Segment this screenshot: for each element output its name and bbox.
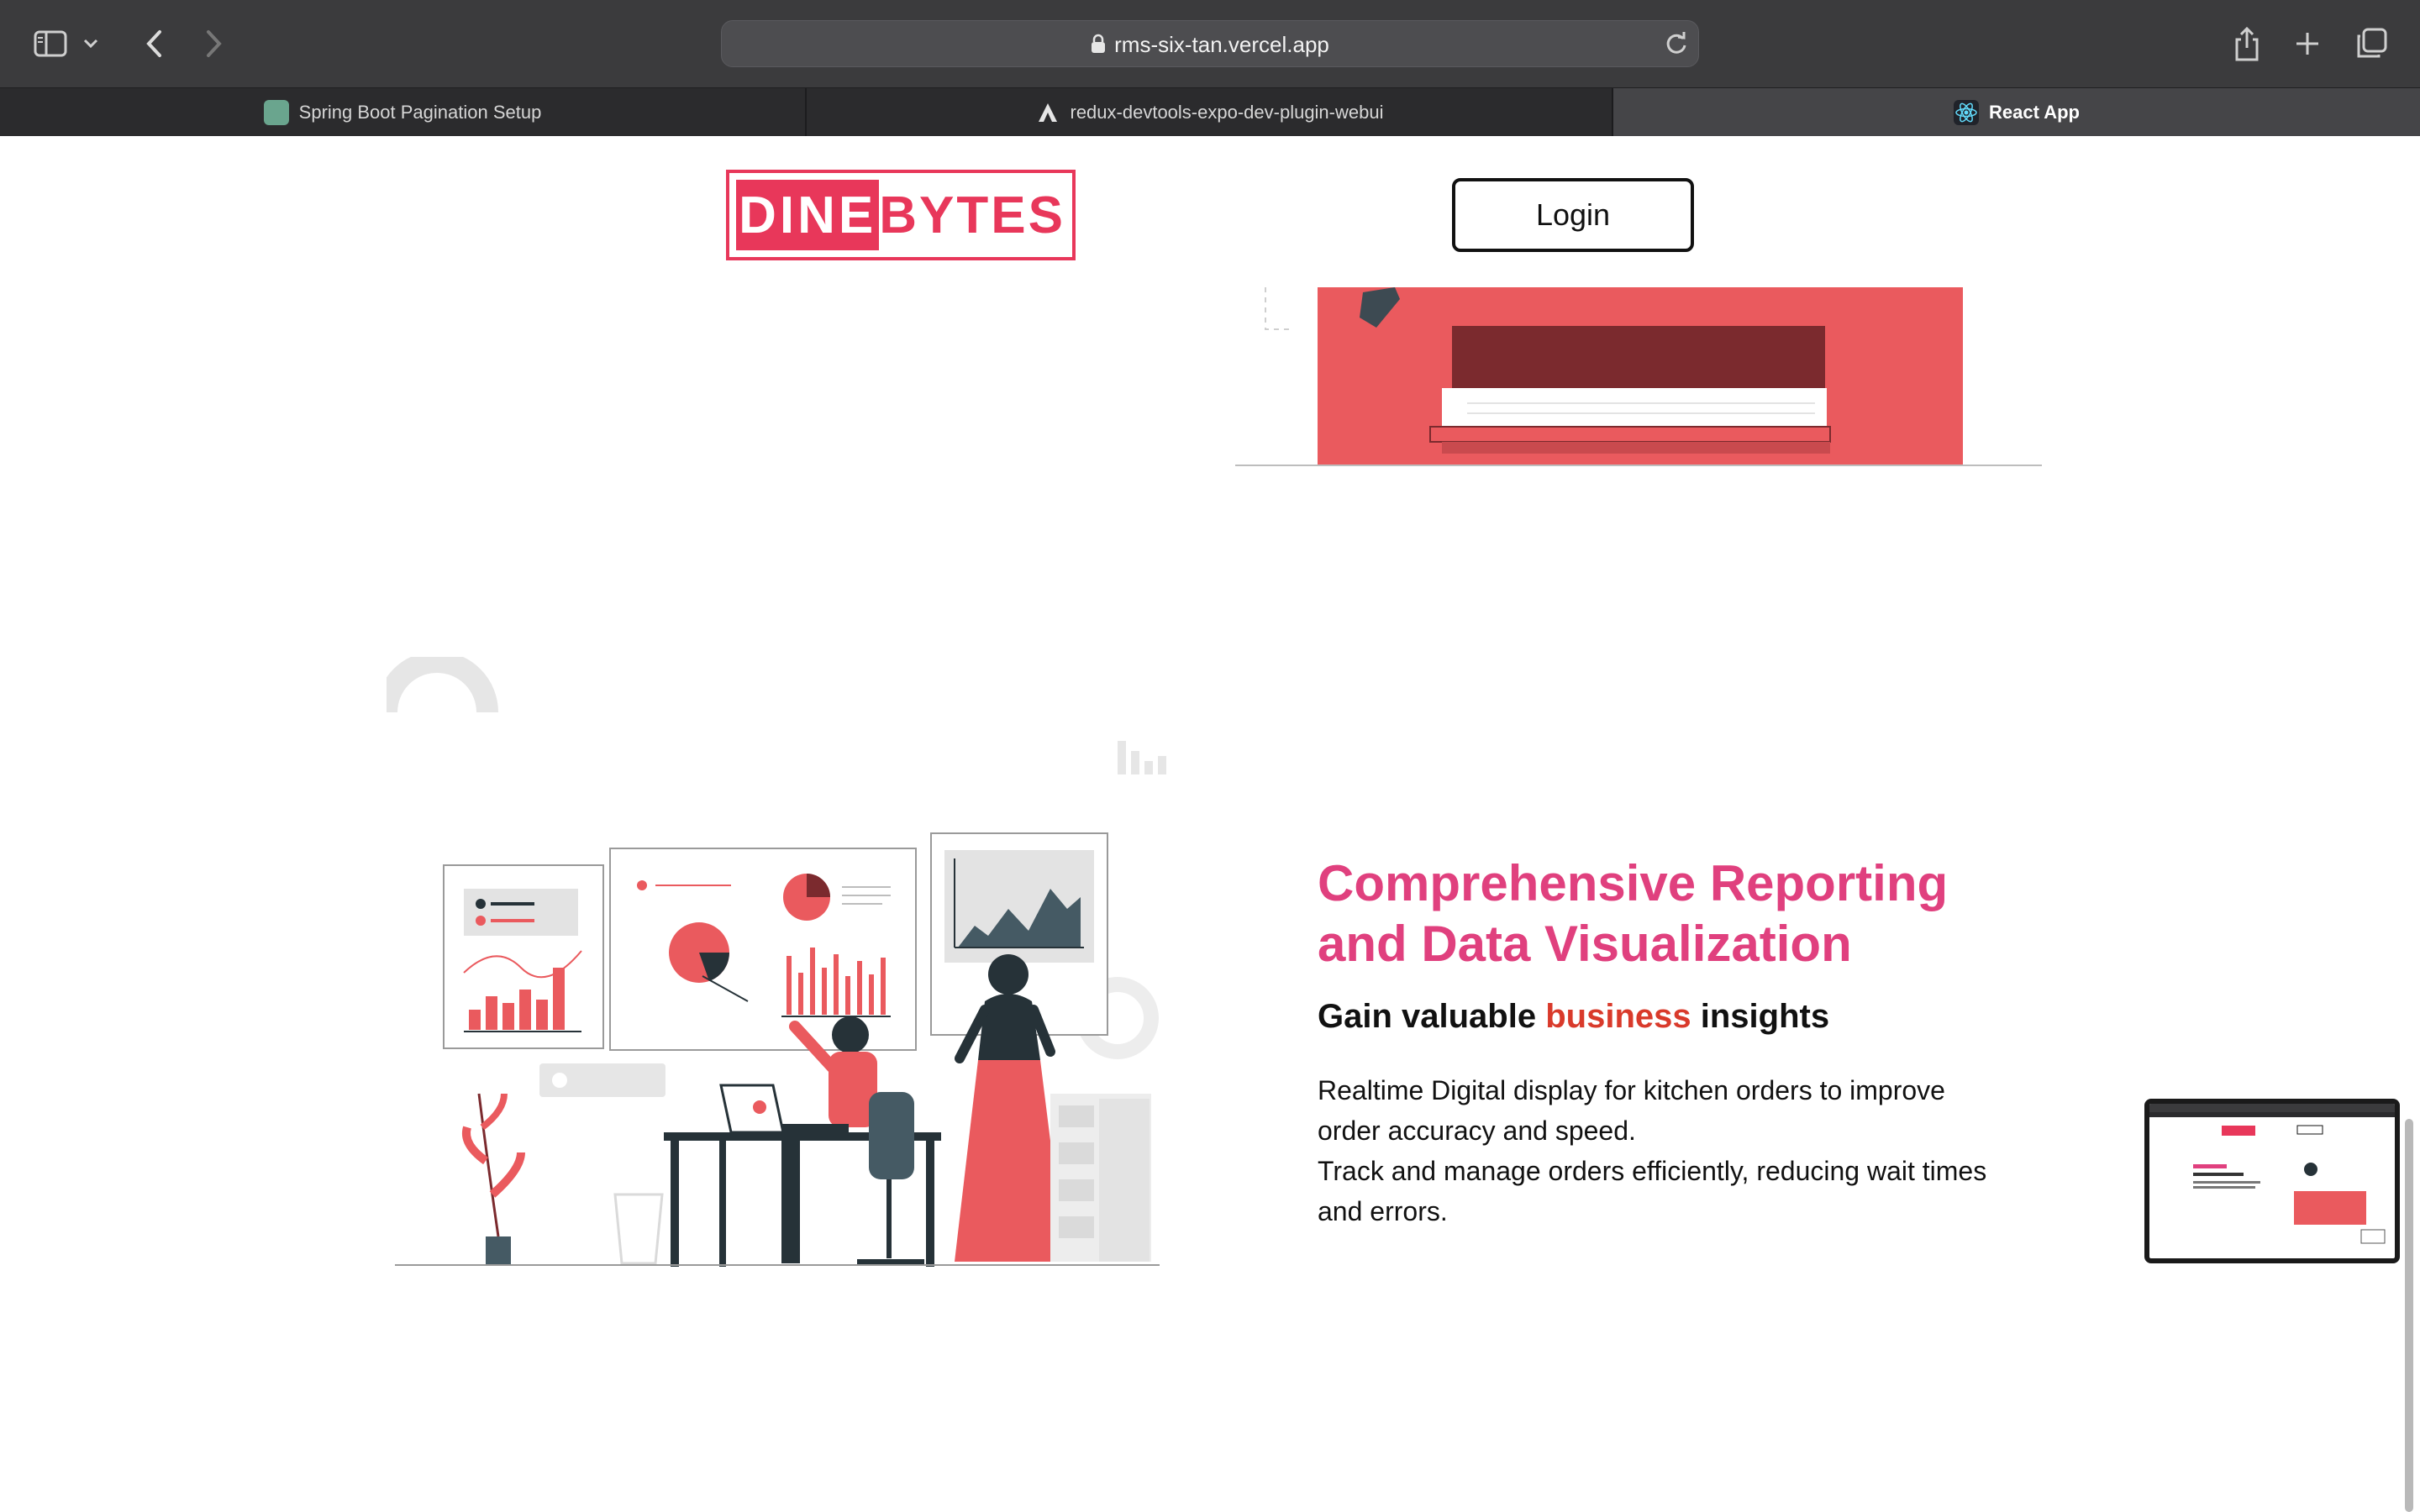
forward-arrow-icon[interactable]: [192, 22, 235, 66]
feature-title-line2: and Data Visualization: [1318, 916, 1852, 972]
feature-subtitle: Gain valuable business insights: [1318, 998, 1829, 1036]
new-tab-plus-icon[interactable]: [2286, 22, 2329, 66]
tab-bar: Spring Boot Pagination Setup redux-devto…: [0, 87, 2420, 137]
description-line-1: Realtime Digital display for kitchen ord…: [1318, 1075, 1945, 1146]
address-bar[interactable]: rms-six-tan.vercel.app: [721, 20, 1699, 67]
page-scrollbar[interactable]: [2405, 1119, 2413, 1512]
description-line-2: Track and manage orders efficiently, red…: [1318, 1156, 1987, 1226]
url-text: rms-six-tan.vercel.app: [1114, 32, 1329, 57]
logo-dine: DINE: [736, 180, 880, 250]
feature-description: Realtime Digital display for kitchen ord…: [1318, 1070, 2007, 1231]
tab-react-app[interactable]: React App: [1613, 88, 2420, 137]
share-icon[interactable]: [2225, 22, 2269, 66]
dinebytes-logo[interactable]: DINE BYTES: [726, 170, 1076, 260]
tab-label: React App: [1989, 102, 2080, 123]
chevron-down-icon[interactable]: [77, 22, 104, 66]
counter-illustration: [1235, 287, 2042, 466]
expo-favicon-icon: [1035, 100, 1060, 125]
screenshot-thumbnail[interactable]: [2144, 1099, 2400, 1263]
thumbnail-preview-image: [2149, 1104, 2395, 1244]
chatgpt-favicon-icon: [263, 100, 289, 125]
logo-bytes: BYTES: [879, 186, 1065, 244]
feature-title-line1: Comprehensive Reporting: [1318, 855, 1949, 911]
reporting-illustration: [387, 657, 1166, 1267]
browser-toolbar: rms-six-tan.vercel.app: [0, 0, 2420, 87]
react-favicon-icon: [1954, 100, 1979, 125]
sidebar-toggle-icon[interactable]: [29, 22, 72, 66]
tab-overview-icon[interactable]: [2349, 22, 2393, 66]
subtitle-post: insights: [1691, 998, 1830, 1035]
back-arrow-icon[interactable]: [133, 22, 176, 66]
reload-icon[interactable]: [1663, 30, 1690, 61]
tab-label: redux-devtools-expo-dev-plugin-webui: [1070, 102, 1384, 123]
login-button[interactable]: Login: [1452, 178, 1694, 252]
subtitle-highlight: business: [1545, 998, 1691, 1035]
tab-redux-devtools[interactable]: redux-devtools-expo-dev-plugin-webui: [807, 88, 1612, 137]
feature-title: Comprehensive Reporting and Data Visuali…: [1318, 853, 2074, 974]
subtitle-pre: Gain valuable: [1318, 998, 1546, 1035]
tab-label: Spring Boot Pagination Setup: [298, 102, 542, 123]
lock-icon: [1091, 23, 1106, 70]
page-content: DINE BYTES Login Comprehensive Reporting…: [0, 136, 2420, 1512]
tab-spring-boot[interactable]: Spring Boot Pagination Setup: [0, 88, 805, 137]
